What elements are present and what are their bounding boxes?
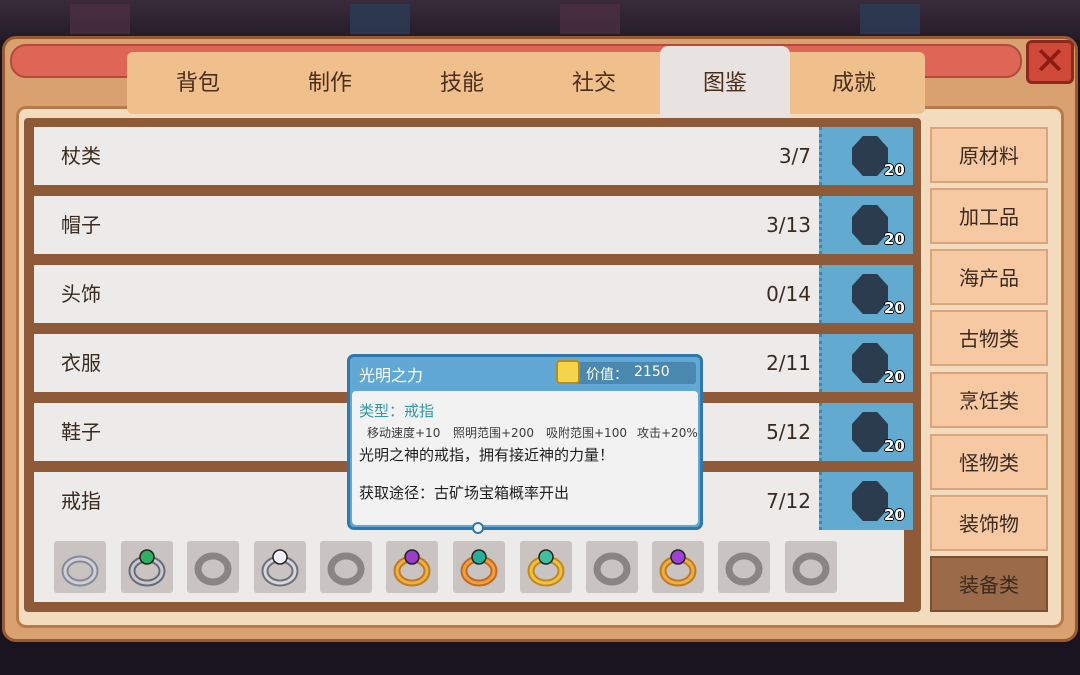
- locked-reward-icon: [852, 343, 888, 383]
- locked-reward-icon: [852, 205, 888, 245]
- row-count: 2/11: [766, 351, 811, 375]
- unknown-ring-silhouette-icon: [327, 552, 365, 586]
- unknown-ring-silhouette-icon: [194, 552, 232, 586]
- background-scene: [0, 0, 1080, 40]
- row-label: 戒指: [61, 489, 101, 513]
- category-processed-goods[interactable]: 加工品: [930, 188, 1048, 244]
- ring-item-slot[interactable]: [386, 541, 438, 593]
- ring-item-slot[interactable]: [121, 541, 173, 593]
- row-label: 头饰: [61, 282, 101, 306]
- list-row-hats[interactable]: 帽子 3/13: [34, 196, 819, 254]
- tab-crafting[interactable]: 制作: [265, 52, 395, 114]
- item-type: 类型：戒指: [359, 402, 435, 420]
- reward-count: 20: [884, 230, 905, 248]
- row-count: 0/14: [766, 282, 811, 306]
- amethyst-ring-icon: [393, 549, 431, 587]
- reward-slot[interactable]: 20: [819, 265, 913, 323]
- tooltip-pointer: [472, 522, 484, 534]
- diamond-ring-icon: [261, 549, 299, 587]
- ring-item-slot[interactable]: [54, 541, 106, 593]
- tab-skills[interactable]: 技能: [397, 52, 527, 114]
- reward-slot[interactable]: 20: [819, 334, 913, 392]
- reward-slot[interactable]: 20: [819, 472, 913, 530]
- reward-count: 20: [884, 299, 905, 317]
- price-label: 价值：: [586, 367, 628, 383]
- category-monsters[interactable]: 怪物类: [930, 434, 1048, 490]
- tab-social[interactable]: 社交: [529, 52, 659, 114]
- ring-item-slot[interactable]: [520, 541, 572, 593]
- tab-collection[interactable]: 图鉴: [660, 46, 790, 118]
- reward-slot[interactable]: 20: [819, 196, 913, 254]
- reward-count: 20: [884, 161, 905, 179]
- stat-attack: 攻击+20%: [637, 426, 698, 440]
- category-antiques[interactable]: 古物类: [930, 310, 1048, 366]
- row-count: 3/7: [778, 144, 811, 168]
- category-decorations[interactable]: 装饰物: [930, 495, 1048, 551]
- ring-item-slot[interactable]: [320, 541, 372, 593]
- stat-pickup-range: 吸附范围+100: [546, 426, 627, 440]
- category-raw-materials[interactable]: 原材料: [930, 127, 1048, 183]
- gold-coin-icon: [556, 360, 580, 384]
- unknown-ring-silhouette-icon: [725, 552, 763, 586]
- row-count: 7/12: [766, 489, 811, 513]
- locked-reward-icon: [852, 136, 888, 176]
- locked-reward-icon: [852, 481, 888, 521]
- stat-light-range: 照明范围+200: [453, 426, 534, 440]
- list-row-headwear[interactable]: 头饰 0/14: [34, 265, 819, 323]
- unknown-ring-silhouette-icon: [593, 552, 631, 586]
- reward-count: 20: [884, 506, 905, 524]
- unknown-ring-silhouette-icon: [792, 552, 830, 586]
- close-icon: ✕: [1034, 39, 1066, 83]
- ring-item-slot[interactable]: [586, 541, 638, 593]
- ring-item-slot[interactable]: [785, 541, 837, 593]
- price-value: 2150: [634, 364, 670, 380]
- reward-slot[interactable]: 20: [819, 403, 913, 461]
- background-decoration: [560, 4, 620, 34]
- ring-item-slot[interactable]: [718, 541, 770, 593]
- topaz-ring-icon: [527, 549, 565, 587]
- tooltip-title: 光明之力: [359, 366, 424, 385]
- emerald-ring-icon: [128, 549, 166, 587]
- row-label: 杖类: [61, 144, 101, 168]
- reward-slot[interactable]: 20: [819, 127, 913, 185]
- background-decoration: [350, 4, 410, 34]
- row-count: 5/12: [766, 420, 811, 444]
- item-source: 获取途径：古矿场宝箱概率开出: [359, 484, 570, 502]
- ring-item-slot[interactable]: [187, 541, 239, 593]
- light-ring-icon: [460, 549, 498, 587]
- category-seafood[interactable]: 海产品: [930, 249, 1048, 305]
- row-label: 帽子: [61, 213, 101, 237]
- row-label: 鞋子: [61, 420, 101, 444]
- silver-ring-icon: [61, 555, 99, 587]
- item-description: 光明之神的戒指，拥有接近神的力量！: [359, 446, 615, 464]
- category-cooking[interactable]: 烹饪类: [930, 372, 1048, 428]
- ring-item-slot[interactable]: [652, 541, 704, 593]
- background-decoration: [70, 4, 130, 34]
- row-count: 3/13: [766, 213, 811, 237]
- category-equipment[interactable]: 装备类: [930, 556, 1048, 612]
- background-decoration: [860, 4, 920, 34]
- close-button[interactable]: ✕: [1026, 40, 1074, 84]
- tab-backpack[interactable]: 背包: [133, 52, 263, 114]
- list-row-staffs[interactable]: 杖类 3/7: [34, 127, 819, 185]
- ring-item-slot[interactable]: [254, 541, 306, 593]
- locked-reward-icon: [852, 412, 888, 452]
- stat-move-speed: 移动速度+10: [367, 426, 441, 440]
- locked-reward-icon: [852, 274, 888, 314]
- purple-gem-ring-icon: [659, 549, 697, 587]
- ring-item-slot[interactable]: [453, 541, 505, 593]
- tab-achievements[interactable]: 成就: [789, 52, 919, 114]
- reward-count: 20: [884, 437, 905, 455]
- reward-count: 20: [884, 368, 905, 386]
- row-label: 衣服: [61, 351, 101, 375]
